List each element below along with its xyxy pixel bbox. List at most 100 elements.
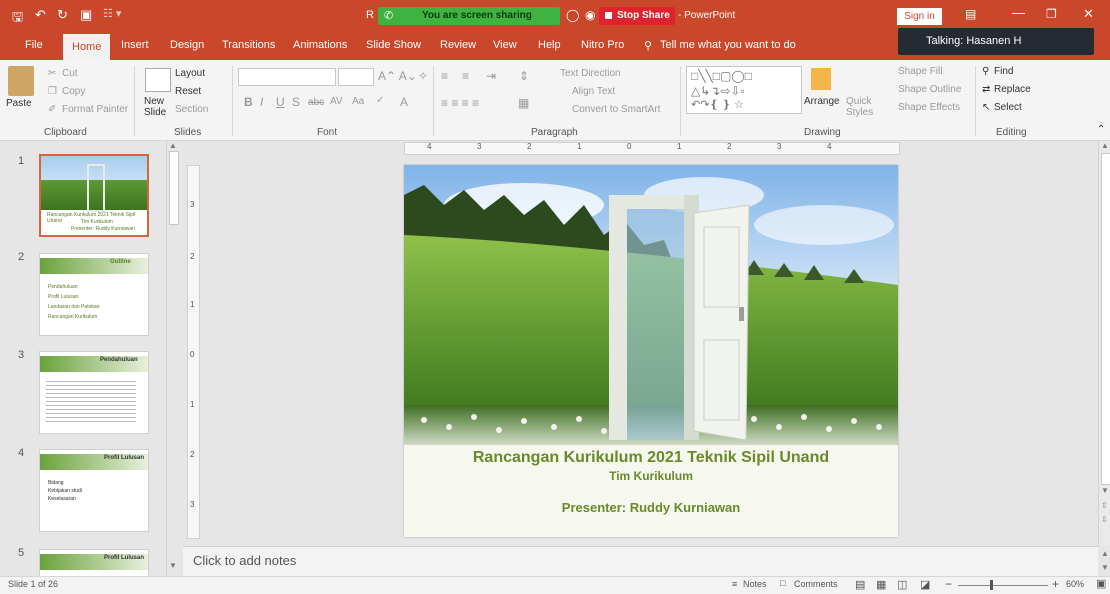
select-button[interactable]: Select xyxy=(994,102,1022,113)
text-direction-button[interactable]: Text Direction xyxy=(560,68,621,79)
shadow-icon[interactable]: S xyxy=(292,95,300,109)
shape-outline-button[interactable]: Shape Outline xyxy=(898,84,961,95)
find-button[interactable]: Find xyxy=(994,66,1013,77)
zoom-level[interactable]: 60% xyxy=(1066,579,1084,589)
notes-toggle[interactable]: Notes xyxy=(743,579,767,589)
font-size-combo[interactable] xyxy=(338,68,374,86)
change-case-icon[interactable]: Aa xyxy=(352,96,364,107)
indent-icon[interactable]: ⇥ xyxy=(486,69,496,83)
reading-view-icon[interactable]: ◫ xyxy=(897,578,907,591)
italic-icon[interactable]: I xyxy=(260,95,263,109)
edit-vertical-scrollbar[interactable]: ▲ ▼ ⇧ ⇩ xyxy=(1098,141,1110,546)
slide-thumbnail-pane[interactable]: 1 Rancangan Kurikulum 2021 Teknik Sipil … xyxy=(0,141,179,577)
minimize-icon[interactable]: — xyxy=(1012,5,1025,20)
slide-thumbnail-5[interactable]: Profil Lulusan xyxy=(39,549,149,577)
zoom-out-icon[interactable]: − xyxy=(945,577,952,591)
undo-icon[interactable]: ↶ xyxy=(35,7,46,23)
font-color-icon[interactable]: A xyxy=(400,95,408,109)
layout-button[interactable]: Layout xyxy=(175,68,205,79)
sign-in-button[interactable]: Sign in xyxy=(897,8,942,25)
align-text-button[interactable]: Align Text xyxy=(572,86,615,97)
clear-format-icon[interactable]: ✧ xyxy=(418,69,428,83)
slide-thumbnail-1[interactable]: Rancangan Kurikulum 2021 Teknik Sipil Un… xyxy=(39,154,149,237)
stop-share-button[interactable]: Stop Share xyxy=(599,7,675,25)
tab-review[interactable]: Review xyxy=(440,39,476,51)
tab-help[interactable]: Help xyxy=(538,39,561,51)
start-slideshow-icon[interactable]: ▣ xyxy=(80,7,92,23)
tab-animations[interactable]: Animations xyxy=(293,39,347,51)
new-slide-button[interactable]: New Slide xyxy=(144,96,172,118)
share-shield-icon[interactable]: ◉ xyxy=(585,8,595,22)
quick-styles-button[interactable]: Quick Styles xyxy=(846,96,878,118)
align-icons[interactable]: ≡ ≡ ≡ ≡ xyxy=(441,96,479,110)
save-icon[interactable]: 🖫 xyxy=(12,8,23,30)
next-slide-icon[interactable]: ⇩ xyxy=(1101,515,1108,524)
cut-button[interactable]: Cut xyxy=(62,68,78,79)
strikethrough-icon[interactable]: abc xyxy=(308,97,324,108)
tab-home[interactable]: Home xyxy=(63,34,111,60)
underline-icon[interactable]: U xyxy=(276,95,285,109)
tab-file[interactable]: File xyxy=(25,39,43,51)
notes-pane[interactable]: Click to add notes ▲ ▼ xyxy=(183,546,1109,577)
arrange-icon[interactable] xyxy=(811,68,831,90)
notes-scroll-up-icon[interactable]: ▲ xyxy=(1101,549,1109,558)
scroll-up-icon[interactable]: ▲ xyxy=(1101,141,1109,150)
slideshow-view-icon[interactable]: ◪ xyxy=(920,578,930,591)
zoom-slider[interactable] xyxy=(958,585,1048,586)
highlight-icon[interactable]: ✓ xyxy=(376,95,384,106)
shape-effects-button[interactable]: Shape Effects xyxy=(898,102,960,113)
restore-icon[interactable]: ❐ xyxy=(1046,7,1057,21)
scrollbar-thumb[interactable] xyxy=(1101,153,1110,485)
grow-font-icon[interactable]: A⌃ A⌄ xyxy=(378,69,417,83)
tab-design[interactable]: Design xyxy=(170,39,204,51)
tab-insert[interactable]: Insert xyxy=(121,39,149,51)
columns-icon[interactable]: ▦ xyxy=(518,96,529,110)
customize-qat-icon[interactable]: ☷ ▾ xyxy=(103,7,121,20)
previous-slide-icon[interactable]: ⇧ xyxy=(1101,501,1108,510)
scroll-up-icon[interactable]: ▲ xyxy=(169,141,177,150)
paste-button[interactable]: Paste xyxy=(6,98,32,109)
scrollbar-thumb[interactable] xyxy=(169,151,179,225)
arrange-button[interactable]: Arrange xyxy=(804,96,840,107)
slide-sorter-icon[interactable]: ▦ xyxy=(876,578,886,591)
bold-icon[interactable]: B xyxy=(244,95,253,109)
scroll-down-icon[interactable]: ▼ xyxy=(1101,486,1109,495)
notes-scroll-down-icon[interactable]: ▼ xyxy=(1101,563,1109,572)
tab-transitions[interactable]: Transitions xyxy=(222,39,275,51)
ribbon-display-options-icon[interactable]: ▤ xyxy=(965,7,976,21)
scroll-down-icon[interactable]: ▼ xyxy=(169,561,177,570)
tab-view[interactable]: View xyxy=(493,39,517,51)
thumbnail-scrollbar[interactable]: ▲ ▼ xyxy=(166,141,179,576)
zoom-slider-thumb[interactable] xyxy=(990,580,993,590)
zoom-in-icon[interactable]: + xyxy=(1052,577,1059,591)
paste-icon[interactable] xyxy=(8,66,34,96)
slide-title[interactable]: Rancangan Kurikulum 2021 Teknik Sipil Un… xyxy=(404,449,898,467)
char-spacing-icon[interactable]: AV xyxy=(330,96,343,107)
slide-thumbnail-3[interactable]: Pendahuluan xyxy=(39,351,149,434)
copy-button[interactable]: Copy xyxy=(62,86,85,97)
fit-slide-icon[interactable]: ▣ xyxy=(1096,577,1106,590)
format-painter-button[interactable]: Format Painter xyxy=(62,104,128,115)
pause-share-icon[interactable]: ◯ xyxy=(566,8,579,22)
slide-thumbnail-4[interactable]: Profil Lulusan Bidang Kebijakan studi Ke… xyxy=(39,449,149,532)
line-spacing-icon[interactable]: ⇕ xyxy=(519,69,529,83)
convert-smartart-button[interactable]: Convert to SmartArt xyxy=(572,104,660,115)
close-icon[interactable]: ✕ xyxy=(1083,6,1094,22)
comments-toggle[interactable]: Comments xyxy=(794,579,838,589)
current-slide[interactable]: Rancangan Kurikulum 2021 Teknik Sipil Un… xyxy=(404,165,898,537)
tell-me-search[interactable]: Tell me what you want to do xyxy=(660,39,796,51)
shapes-gallery[interactable]: □╲╲□▢◯□ △↳↴⇨⇩▫ ↶↷❴ ❵ ☆ xyxy=(686,66,802,114)
slide-subtitle[interactable]: Tim Kurikulum xyxy=(404,469,898,483)
shape-fill-button[interactable]: Shape Fill xyxy=(898,66,942,77)
new-slide-icon[interactable] xyxy=(145,68,171,92)
section-button[interactable]: Section xyxy=(175,104,208,115)
slide-thumbnail-2[interactable]: Outline Pendahuluan Profil Lulusan Landa… xyxy=(39,253,149,336)
collapse-ribbon-icon[interactable]: ⌃ xyxy=(1097,124,1105,135)
tab-nitro-pro[interactable]: Nitro Pro xyxy=(581,39,624,51)
replace-button[interactable]: Replace xyxy=(994,84,1031,95)
tab-slide-show[interactable]: Slide Show xyxy=(366,39,421,51)
slide-presenter[interactable]: Presenter: Ruddy Kurniawan xyxy=(404,500,898,515)
redo-icon[interactable]: ↻ xyxy=(57,7,68,23)
normal-view-icon[interactable]: ▤ xyxy=(855,578,865,591)
notes-placeholder[interactable]: Click to add notes xyxy=(193,553,296,568)
